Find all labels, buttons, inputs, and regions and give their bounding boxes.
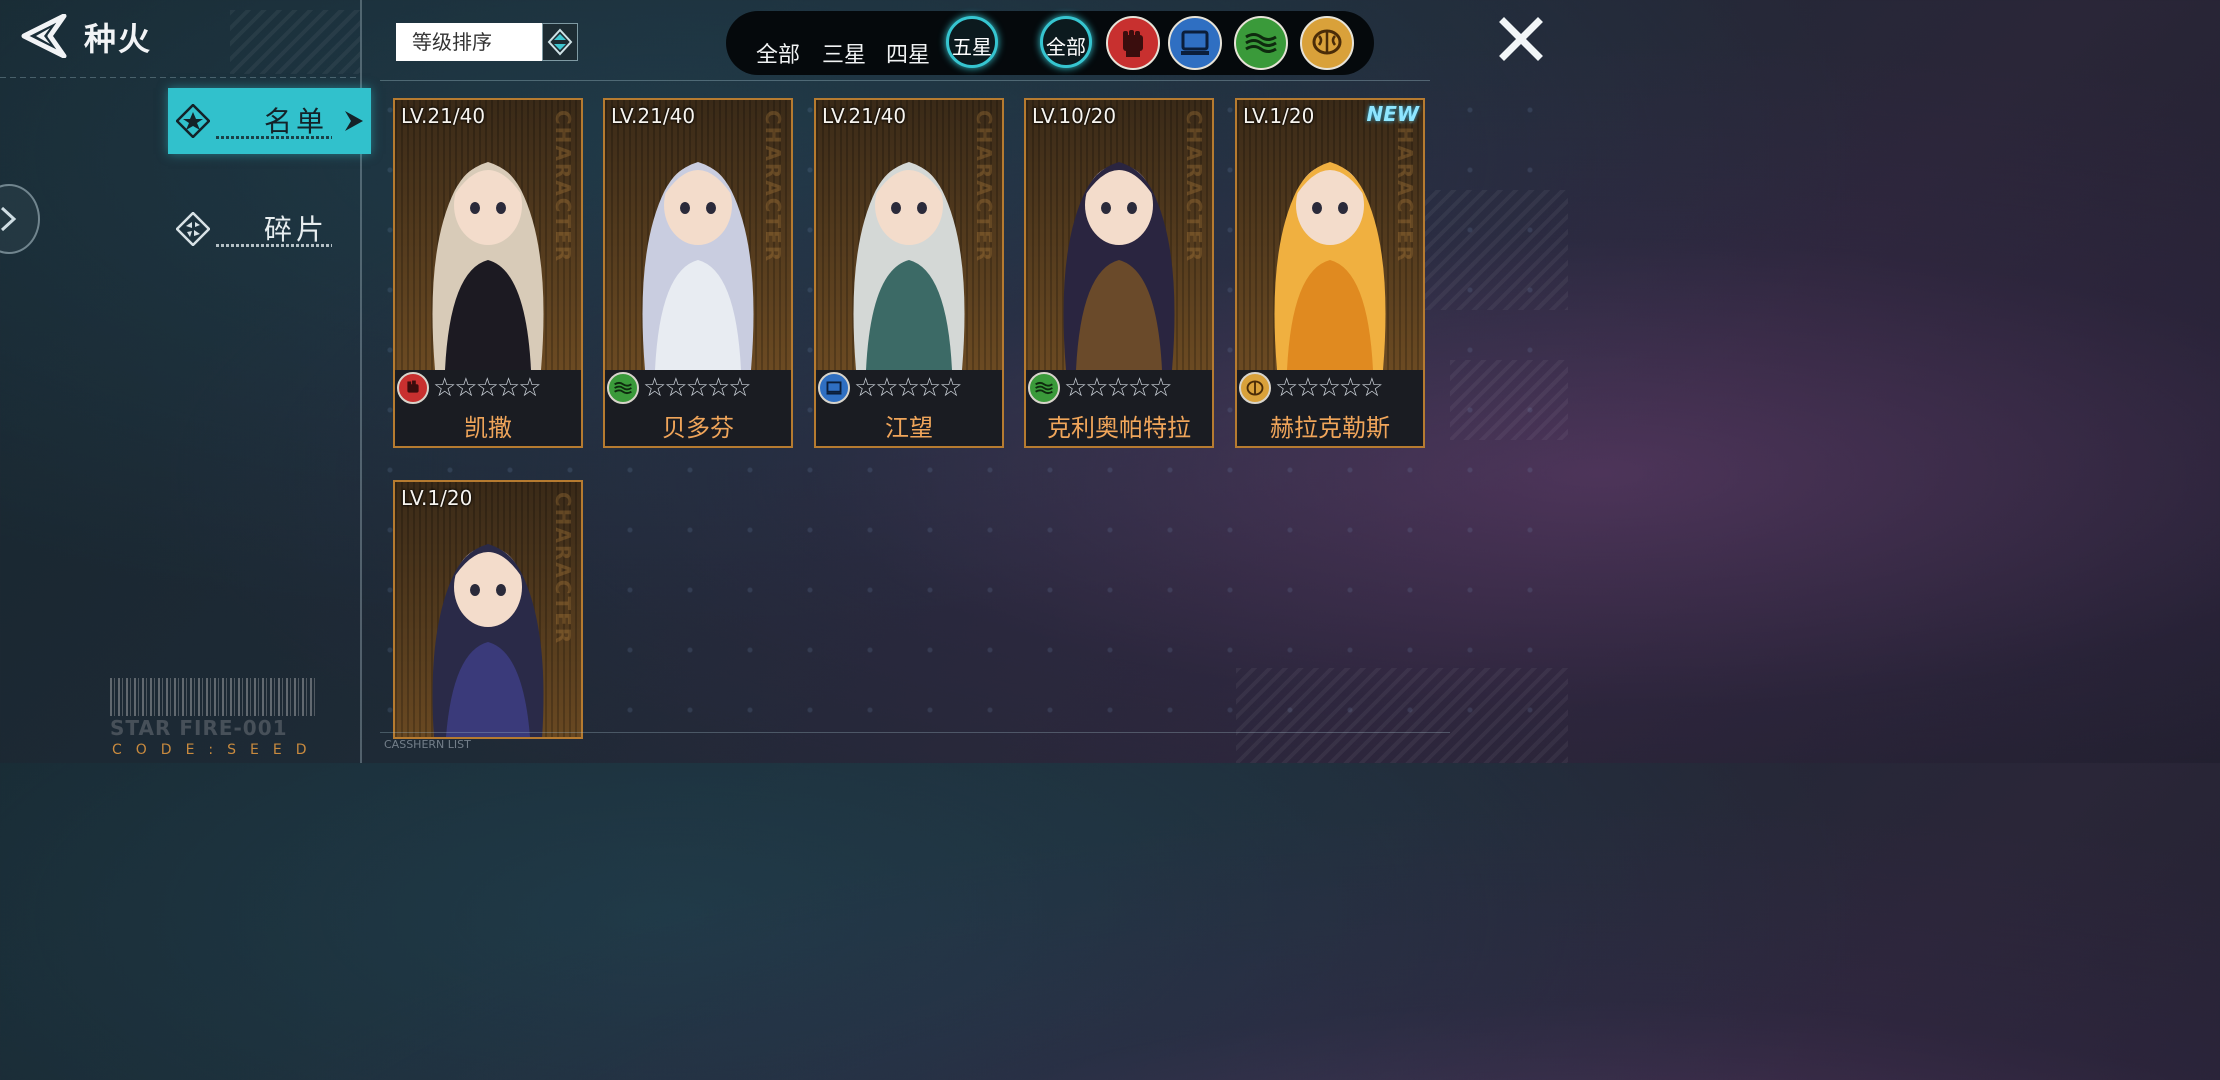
character-portrait (853, 162, 965, 370)
chevron-right-icon (343, 110, 365, 132)
bottom-divider (380, 732, 1450, 733)
filter-attribute-brain[interactable] (1300, 16, 1354, 70)
computer-icon (1181, 30, 1209, 55)
filter-bar: 全部 三星 四星 五星 全部 (726, 11, 1374, 75)
star-rating: ☆☆☆☆☆ (433, 373, 542, 403)
character-level: LV.1/20 (1243, 104, 1315, 128)
card-info: ☆☆☆☆☆ 凯撒 (395, 370, 581, 446)
character-card[interactable]: CHARACTER LV.21/40 ☆☆☆☆☆ 江望 (814, 98, 1004, 448)
fist-icon (1123, 30, 1143, 57)
decor-code-text: CODE:SEED (112, 742, 321, 758)
sort-dropdown[interactable]: 等级排序 (396, 23, 542, 61)
background-hatch (1450, 360, 1568, 440)
character-card[interactable]: CHARACTER LV.1/20 NEW ☆☆☆☆☆ 赫拉克勒斯 (1235, 98, 1425, 448)
close-icon (1499, 17, 1543, 61)
background-hatch (1236, 668, 1568, 763)
character-name: 贝多芬 (662, 414, 734, 442)
fragments-icon (175, 211, 211, 247)
sort-order-toggle[interactable] (542, 23, 578, 61)
character-level: LV.10/20 (1032, 104, 1117, 128)
label-underline (216, 244, 332, 247)
filter-star-4[interactable]: 四星 (886, 37, 930, 69)
sidebar-item-fragments[interactable]: 碎片 (168, 196, 371, 262)
brain-icon (1239, 372, 1271, 404)
roster-icon (175, 103, 211, 139)
sort-arrows-icon (547, 28, 573, 56)
character-name: 赫拉克勒斯 (1270, 414, 1390, 442)
filter-star-3[interactable]: 三星 (822, 37, 866, 69)
barcode-decoration (110, 678, 316, 716)
character-level: LV.1/20 (401, 486, 473, 510)
content-divider (380, 80, 1430, 81)
character-portrait (1274, 162, 1386, 370)
filter-star-5-label: 五星 (952, 35, 992, 59)
filter-star-all[interactable]: 全部 (756, 37, 800, 69)
card-info: ☆☆☆☆☆ 克利奥帕特拉 (1026, 370, 1212, 446)
sidebar-item-roster[interactable]: 名单 (168, 88, 371, 154)
decor-starfire-text: STAR FIRE-001 (110, 716, 288, 740)
filter-attribute-computer[interactable] (1168, 16, 1222, 70)
star-rating: ☆☆☆☆☆ (643, 373, 752, 403)
wave-icon (1028, 372, 1060, 404)
card-info: ☆☆☆☆☆ 赫拉克勒斯 (1237, 370, 1423, 446)
card-info: ☆☆☆☆☆ 贝多芬 (605, 370, 791, 446)
brain-icon (1312, 29, 1342, 55)
character-name: 江望 (885, 414, 933, 442)
new-badge: NEW (1366, 102, 1419, 126)
character-level: LV.21/40 (401, 104, 486, 128)
label-underline (216, 136, 332, 139)
character-portrait (642, 162, 754, 370)
character-level: LV.21/40 (611, 104, 696, 128)
header-divider (0, 77, 360, 78)
character-card[interactable]: CHARACTER LV.10/20 ☆☆☆☆☆ 克利奥帕特拉 (1024, 98, 1214, 448)
character-card[interactable]: CHARACTER LV.1/20 (393, 480, 583, 739)
card-info: ☆☆☆☆☆ 江望 (816, 370, 1002, 446)
background-hatch (1420, 190, 1568, 310)
decor-list-tag: CASSHERN LIST (384, 738, 471, 751)
back-arrow-icon[interactable] (20, 13, 68, 59)
character-card[interactable]: CHARACTER LV.21/40 ☆☆☆☆☆ 贝多芬 (603, 98, 793, 448)
close-button[interactable] (1498, 16, 1544, 62)
chevron-right-icon (0, 206, 17, 232)
character-name: 凯撒 (464, 414, 512, 442)
sidebar-item-label: 碎片 (263, 213, 328, 246)
character-level: LV.21/40 (822, 104, 907, 128)
star-rating: ☆☆☆☆☆ (1064, 373, 1173, 403)
character-portrait (432, 544, 544, 737)
filter-attribute-wave[interactable] (1234, 16, 1288, 70)
sidebar-toggle-handle[interactable] (0, 184, 40, 254)
filter-attribute-all-label: 全部 (1046, 35, 1086, 59)
page-title: 种火 (84, 20, 153, 58)
fist-icon (397, 372, 429, 404)
filter-attribute-fist[interactable] (1106, 16, 1160, 70)
computer-icon (818, 372, 850, 404)
character-portrait (432, 162, 544, 370)
filter-attribute-all[interactable]: 全部 (1040, 16, 1092, 68)
character-name: 克利奥帕特拉 (1047, 414, 1191, 442)
filter-star-5[interactable]: 五星 (946, 16, 998, 68)
background-hatch (230, 10, 360, 74)
star-rating: ☆☆☆☆☆ (854, 373, 963, 403)
character-card[interactable]: CHARACTER LV.21/40 ☆☆☆☆☆ 凯撒 (393, 98, 583, 448)
star-rating: ☆☆☆☆☆ (1275, 373, 1384, 403)
wave-icon (1245, 33, 1277, 53)
wave-icon (607, 372, 639, 404)
character-portrait (1063, 162, 1175, 370)
